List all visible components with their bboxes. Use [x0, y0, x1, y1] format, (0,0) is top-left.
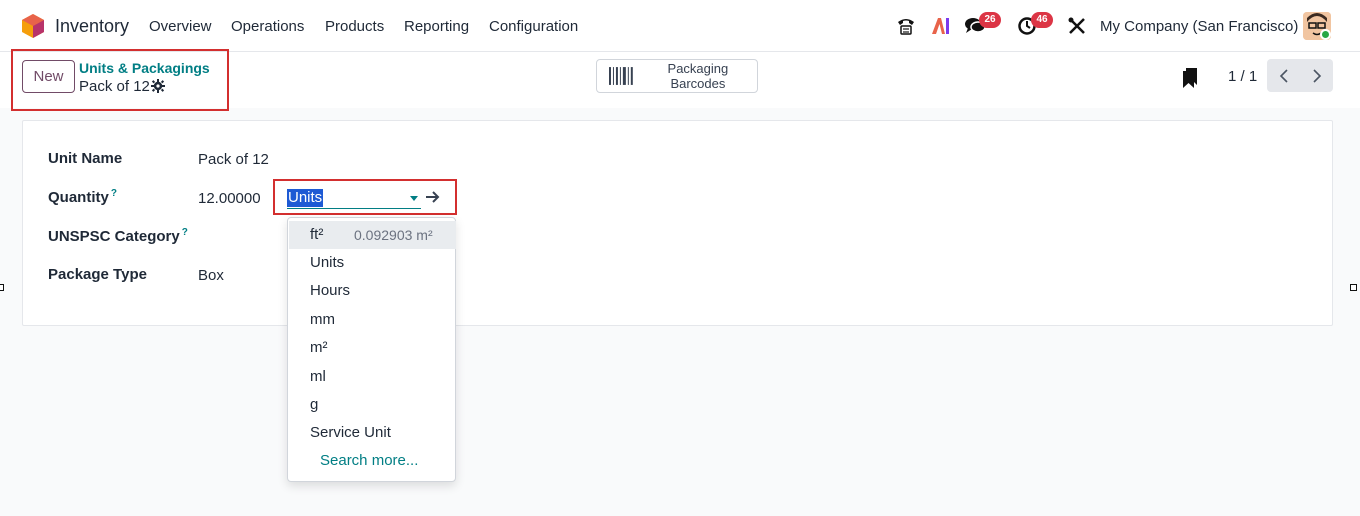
dropdown-item-hours[interactable]: Hours [289, 277, 456, 305]
activity-count-badge: 46 [1031, 12, 1053, 28]
pager-value[interactable]: 1 / 1 [1228, 68, 1257, 85]
unit-name-value[interactable]: Pack of 12 [198, 151, 269, 168]
menu-configuration[interactable]: Configuration [489, 18, 578, 35]
package-type-label: Package Type [48, 266, 147, 283]
dropdown-item-m2[interactable]: m² [289, 334, 456, 362]
unspsc-category-label: UNSPSC Category? [48, 227, 188, 245]
inventory-app-icon[interactable] [22, 14, 44, 38]
ft2-conversion: 0.092903 m² [354, 227, 433, 243]
top-navbar: Inventory Overview Operations Products R… [0, 0, 1360, 52]
dropdown-item-mm[interactable]: mm [289, 306, 456, 334]
dropdown-item-ft2[interactable]: ft² 0.092903 m² [289, 221, 456, 249]
dropdown-item-ml[interactable]: ml [289, 363, 456, 391]
online-status-dot [1320, 29, 1331, 40]
gear-icon[interactable] [151, 79, 165, 93]
unspsc-help-icon[interactable]: ? [182, 227, 188, 238]
chevron-right-icon [1312, 68, 1321, 83]
quantity-label: Quantity? [48, 188, 117, 206]
dropdown-item-units[interactable]: Units [289, 249, 456, 277]
search-more-link[interactable]: Search more... [289, 447, 456, 475]
discuss-count-badge: 26 [979, 12, 1001, 28]
chevron-left-icon [1279, 68, 1288, 83]
ai-icon[interactable] [930, 15, 952, 37]
breadcrumb-units-packagings[interactable]: Units & Packagings [79, 60, 210, 76]
caret-down-icon[interactable] [410, 196, 418, 201]
tools-icon[interactable] [1066, 15, 1088, 37]
uom-input-value: Units [287, 189, 324, 207]
company-switcher[interactable]: My Company (San Francisco) [1100, 18, 1298, 35]
uom-input[interactable]: Units [287, 186, 421, 209]
dropdown-item-g[interactable]: g [289, 391, 456, 419]
package-type-value[interactable]: Box [198, 267, 224, 284]
packaging-barcodes-button[interactable]: Packaging Barcodes [596, 59, 758, 93]
arrow-right-icon[interactable] [425, 190, 441, 204]
new-button[interactable]: New [22, 60, 75, 93]
bookmark-icon[interactable] [1183, 68, 1197, 88]
right-edge-handle [1350, 284, 1357, 291]
dropdown-item-service-unit[interactable]: Service Unit [289, 419, 456, 447]
pager-next-button[interactable] [1300, 59, 1333, 92]
phone-icon[interactable] [895, 15, 917, 37]
uom-dropdown: ft² 0.092903 m² Units Hours mm m² ml g S… [287, 217, 456, 482]
packaging-barcodes-label: Packaging Barcodes [667, 61, 729, 91]
menu-products[interactable]: Products [325, 18, 384, 35]
app-name[interactable]: Inventory [55, 16, 129, 37]
quantity-value[interactable]: 12.00000 [198, 190, 261, 207]
left-edge-handle [0, 284, 4, 291]
quantity-help-icon[interactable]: ? [111, 188, 117, 199]
pager-previous-button[interactable] [1267, 59, 1300, 92]
menu-operations[interactable]: Operations [231, 18, 304, 35]
menu-reporting[interactable]: Reporting [404, 18, 469, 35]
menu-overview[interactable]: Overview [149, 18, 212, 35]
barcode-icon [609, 67, 633, 85]
record-title: Pack of 12 [79, 78, 150, 95]
unit-name-label: Unit Name [48, 150, 123, 167]
